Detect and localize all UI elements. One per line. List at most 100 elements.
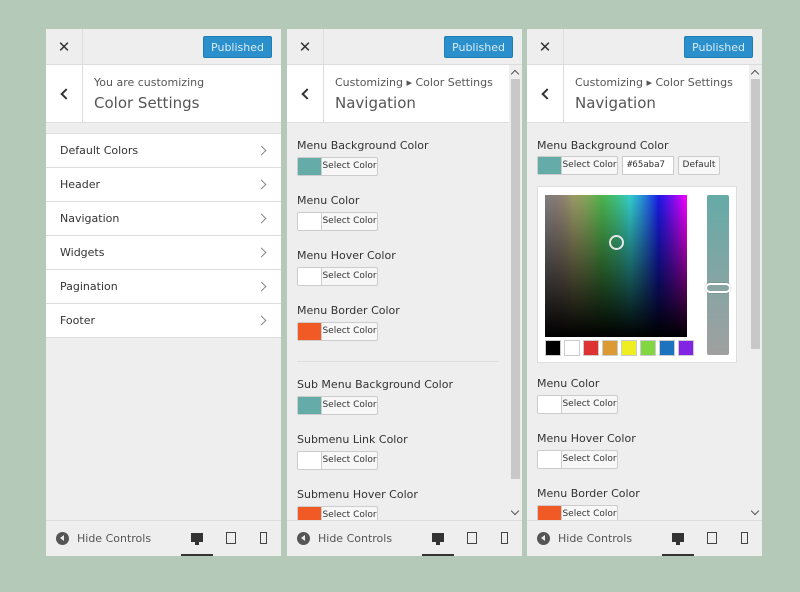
top-bar: ✕ Published [287,29,522,65]
palette-swatch[interactable] [659,340,675,356]
device-tablet-button[interactable] [215,521,247,556]
palette-swatch[interactable] [602,340,618,356]
device-tablet-button[interactable] [456,521,488,556]
close-icon[interactable]: ✕ [46,29,83,65]
section-item-pagination[interactable]: Pagination [46,270,281,304]
tablet-icon [226,532,236,544]
published-button[interactable]: Published [684,36,753,58]
palette-swatch[interactable] [564,340,580,356]
control-label: Menu Background Color [297,139,429,152]
divider [297,361,498,362]
scrollbar[interactable] [509,65,522,520]
chevron-right-icon [256,179,267,190]
select-color-button[interactable]: Select Color [537,450,618,469]
footer-bar: Hide Controls [46,520,281,556]
section-item-label: Widgets [60,246,105,259]
select-color-button[interactable]: Select Color [297,322,378,341]
select-color-button[interactable]: Select Color [537,156,618,175]
select-color-button[interactable]: Select Color [537,395,618,414]
lightness-slider[interactable] [705,195,731,355]
color-square[interactable] [545,195,687,337]
hide-controls-label: Hide Controls [318,532,393,545]
select-color-label: Select Color [322,510,377,520]
header-subtitle: You are customizing [94,76,205,89]
back-button[interactable] [287,65,324,123]
select-color-button[interactable]: Select Color [537,505,618,520]
hide-controls-button[interactable]: Hide Controls [56,532,151,545]
control-label: Menu Hover Color [537,432,636,445]
select-color-button[interactable]: Select Color [297,267,378,286]
select-color-button[interactable]: Select Color [297,157,378,176]
select-color-button[interactable]: Select Color [297,506,378,520]
color-swatch [298,397,322,414]
published-button[interactable]: Published [203,36,272,58]
color-swatch [538,506,562,520]
select-color-label: Select Color [322,400,377,410]
scrollbar-thumb[interactable] [751,79,760,349]
select-color-button[interactable]: Select Color [297,212,378,231]
palette-swatch[interactable] [640,340,656,356]
device-desktop-button[interactable] [422,521,454,556]
lightness-slider-handle[interactable] [705,283,731,293]
section-item-navigation[interactable]: Navigation [46,202,281,236]
select-color-label: Select Color [562,509,617,519]
select-color-button[interactable]: Select Color [297,396,378,415]
scrollbar-thumb[interactable] [511,79,520,479]
device-tablet-button[interactable] [696,521,728,556]
select-color-label: Select Color [322,161,377,171]
close-icon[interactable]: ✕ [287,29,324,65]
mobile-icon [501,532,508,544]
page-title: Color Settings [94,94,200,112]
footer-bar: Hide Controls [287,520,522,556]
section-item-widgets[interactable]: Widgets [46,236,281,270]
scroll-up-icon[interactable] [750,69,760,79]
control-label: Menu Border Color [297,304,400,317]
close-icon[interactable]: ✕ [527,29,564,65]
select-color-button[interactable]: Select Color [297,451,378,470]
select-color-label: Select Color [562,160,617,170]
section-item-label: Header [60,178,101,191]
palette-swatch[interactable] [545,340,561,356]
hex-input[interactable]: #65aba7 [622,156,674,175]
select-color-label: Select Color [322,455,377,465]
select-color-label: Select Color [322,326,377,336]
hide-controls-button[interactable]: Hide Controls [537,532,632,545]
color-picker [537,186,737,363]
page-title: Navigation [335,94,416,112]
palette-swatch[interactable] [621,340,637,356]
desktop-icon [191,533,203,545]
scroll-down-icon[interactable] [510,506,520,516]
scrollbar[interactable] [749,65,762,520]
default-button[interactable]: Default [678,156,720,175]
arrow-left-circle-icon [297,532,310,545]
section-item-header[interactable]: Header [46,168,281,202]
section-item-footer[interactable]: Footer [46,304,281,338]
device-mobile-button[interactable] [488,521,520,556]
hide-controls-button[interactable]: Hide Controls [297,532,392,545]
page-title: Navigation [575,94,656,112]
palette-swatch[interactable] [583,340,599,356]
color-swatch [298,507,322,520]
published-button[interactable]: Published [444,36,513,58]
panel-header: Customizing ▸ Color Settings Navigation [287,65,522,123]
control-label: Sub Menu Background Color [297,378,453,391]
device-desktop-button[interactable] [662,521,694,556]
back-button[interactable] [46,65,83,123]
control-label: Submenu Link Color [297,433,408,446]
device-mobile-button[interactable] [728,521,760,556]
controls-list: Menu Background Color Select Color #65ab… [527,124,749,520]
scroll-up-icon[interactable] [510,69,520,79]
section-item-default-colors[interactable]: Default Colors [46,134,281,168]
section-list: Default Colors Header Navigation Widgets… [46,133,281,338]
device-mobile-button[interactable] [247,521,279,556]
palette-swatch[interactable] [678,340,694,356]
hide-controls-label: Hide Controls [558,532,633,545]
scroll-down-icon[interactable] [750,506,760,516]
chevron-right-icon [256,145,267,156]
select-color-label: Select Color [322,216,377,226]
section-item-label: Pagination [60,280,118,293]
color-square-handle[interactable] [609,235,624,250]
device-desktop-button[interactable] [181,521,213,556]
color-swatch [298,268,322,285]
back-button[interactable] [527,65,564,123]
